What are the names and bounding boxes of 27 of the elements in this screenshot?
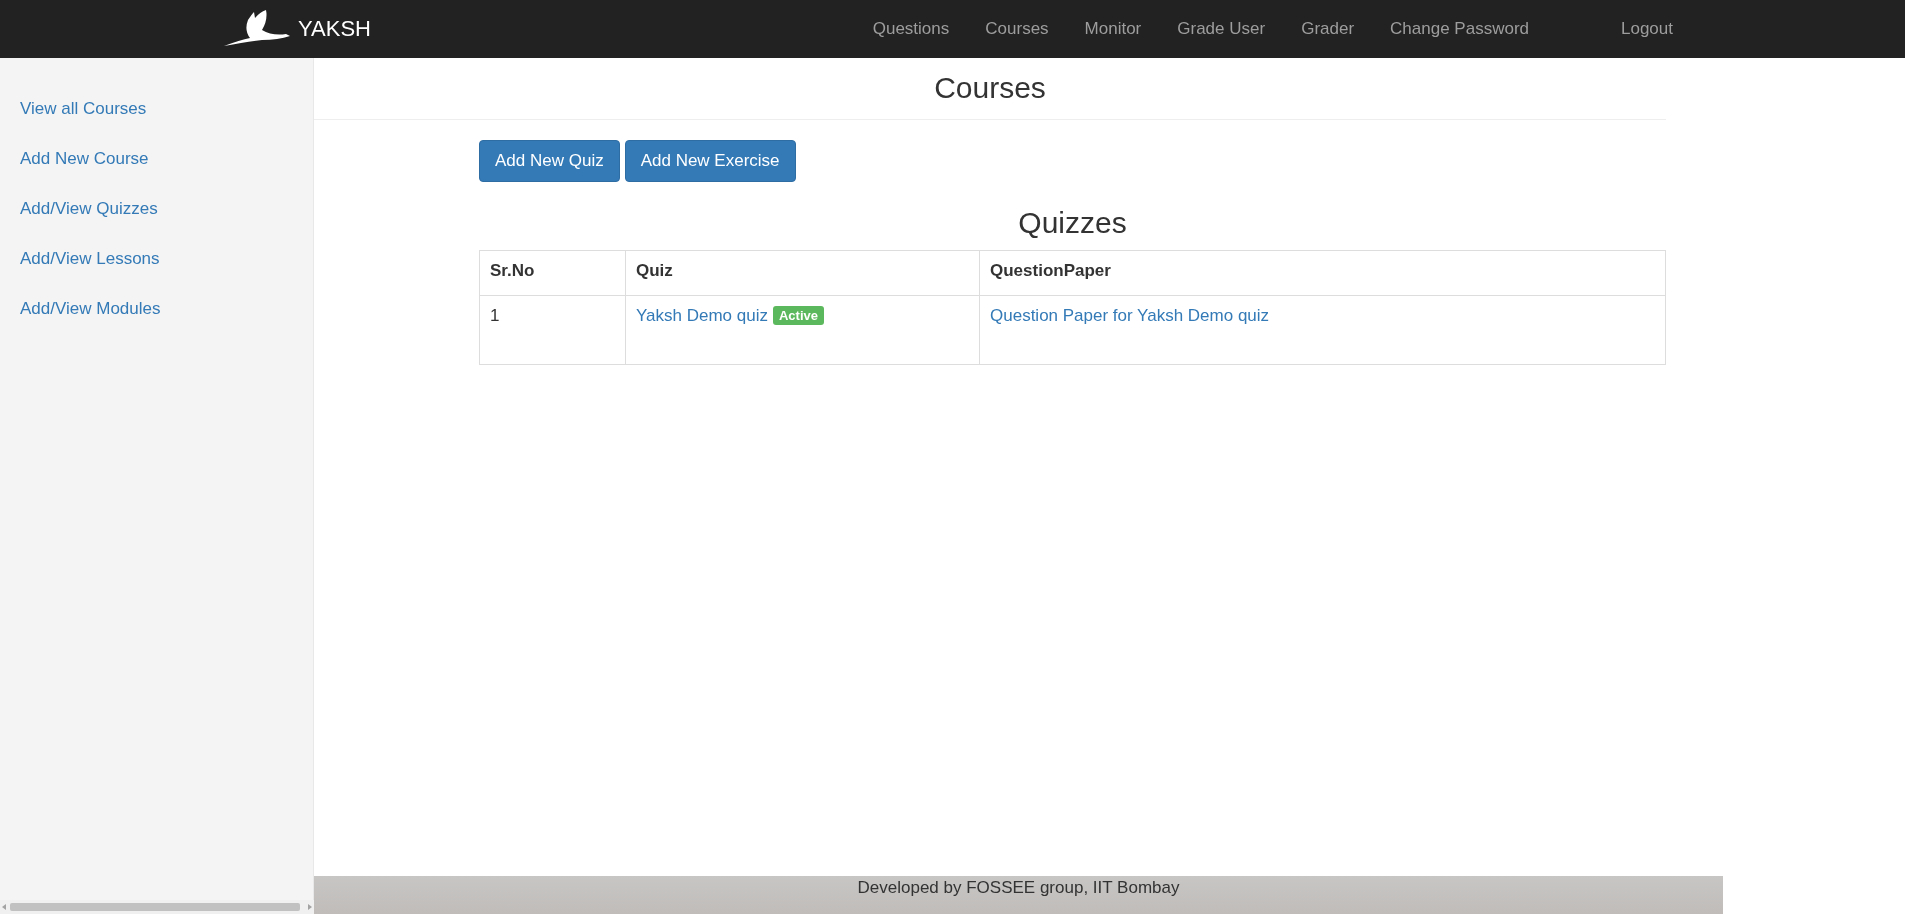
quiz-link[interactable]: Yaksh Demo quiz	[636, 306, 768, 325]
nav-link[interactable]: Monitor	[1066, 19, 1160, 39]
add-button[interactable]: Add New Exercise	[624, 140, 796, 182]
sidebar-link[interactable]: Add/View Lessons	[20, 248, 313, 269]
add-button[interactable]: Add New Quiz	[479, 140, 620, 182]
table-cell: 1	[479, 295, 626, 365]
horizontal-scrollbar[interactable]	[0, 900, 314, 914]
nav-link[interactable]: Grader	[1283, 19, 1373, 39]
brand-link[interactable]: YAKSH	[298, 16, 371, 42]
question-paper-link[interactable]: Question Paper for Yaksh Demo quiz	[990, 306, 1270, 325]
sidebar-link[interactable]: Add/View Modules	[20, 298, 313, 319]
section-title: Quizzes	[1017, 206, 1128, 240]
nav-link[interactable]: Change Password	[1372, 19, 1547, 39]
column-header: QuestionPaper	[979, 250, 1666, 296]
sidebar-link[interactable]: View all Courses	[20, 98, 313, 119]
status-badge: Active	[772, 306, 824, 325]
logout-link[interactable]: Logout	[1603, 19, 1673, 39]
column-header: Quiz	[625, 250, 980, 296]
nav-link[interactable]: Courses	[967, 19, 1067, 39]
sidebar-link[interactable]: Add New Course	[20, 148, 313, 169]
footer-text: Developed by FOSSEE group, IIT Bombay	[857, 878, 1180, 897]
bird-icon[interactable]	[222, 10, 292, 48]
nav-link[interactable]: Grade User	[1159, 19, 1284, 39]
nav-link[interactable]: Questions	[854, 19, 968, 39]
column-header: Sr.No	[479, 250, 626, 296]
page-title: Courses	[934, 71, 1046, 105]
sidebar-link[interactable]: Add/View Quizzes	[20, 198, 313, 219]
